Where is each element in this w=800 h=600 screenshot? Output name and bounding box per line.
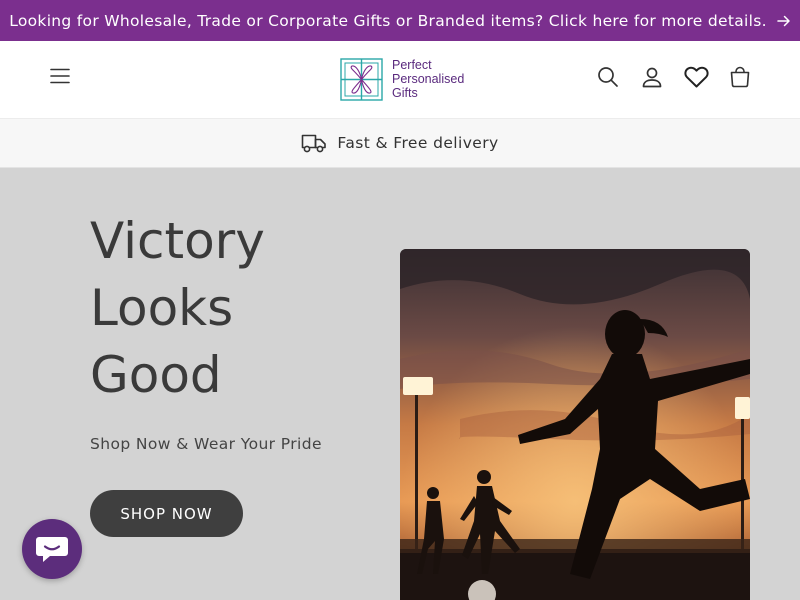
gift-logo-icon xyxy=(340,57,383,101)
hero-title: Victory Looks Good xyxy=(90,208,390,409)
logo-line2: Personalised xyxy=(392,72,465,86)
site-header: Perfect Personalised Gifts xyxy=(0,41,800,118)
delivery-bar: Fast & Free delivery xyxy=(0,118,800,168)
hero-title-line: Victory xyxy=(90,212,265,270)
shop-now-button[interactable]: SHOP NOW xyxy=(90,490,243,537)
logo-text: Perfect Personalised Gifts xyxy=(392,58,464,100)
heart-icon[interactable] xyxy=(683,64,709,90)
announcement-text[interactable]: Looking for Wholesale, Trade or Corporat… xyxy=(9,12,767,30)
chat-icon[interactable] xyxy=(22,519,82,579)
hero-image xyxy=(400,249,750,600)
logo-line1: Perfect xyxy=(392,58,432,72)
hero-subtitle: Shop Now & Wear Your Pride xyxy=(90,435,322,453)
hero-title-line: Good xyxy=(90,346,222,404)
logo-line3: Gifts xyxy=(392,86,418,100)
delivery-text: Fast & Free delivery xyxy=(337,134,499,152)
logo[interactable]: Perfect Personalised Gifts xyxy=(340,57,464,101)
announcement-bar[interactable]: Looking for Wholesale, Trade or Corporat… xyxy=(0,0,800,41)
hero-title-line: Looks xyxy=(90,279,234,337)
account-icon[interactable] xyxy=(639,64,665,90)
hero-banner: Victory Looks Good Shop Now & Wear Your … xyxy=(0,168,800,600)
truck-icon xyxy=(301,132,327,154)
menu-icon[interactable] xyxy=(44,60,76,92)
search-icon[interactable] xyxy=(595,64,621,90)
arrow-right-icon[interactable] xyxy=(777,15,791,27)
cart-icon[interactable] xyxy=(727,64,753,90)
